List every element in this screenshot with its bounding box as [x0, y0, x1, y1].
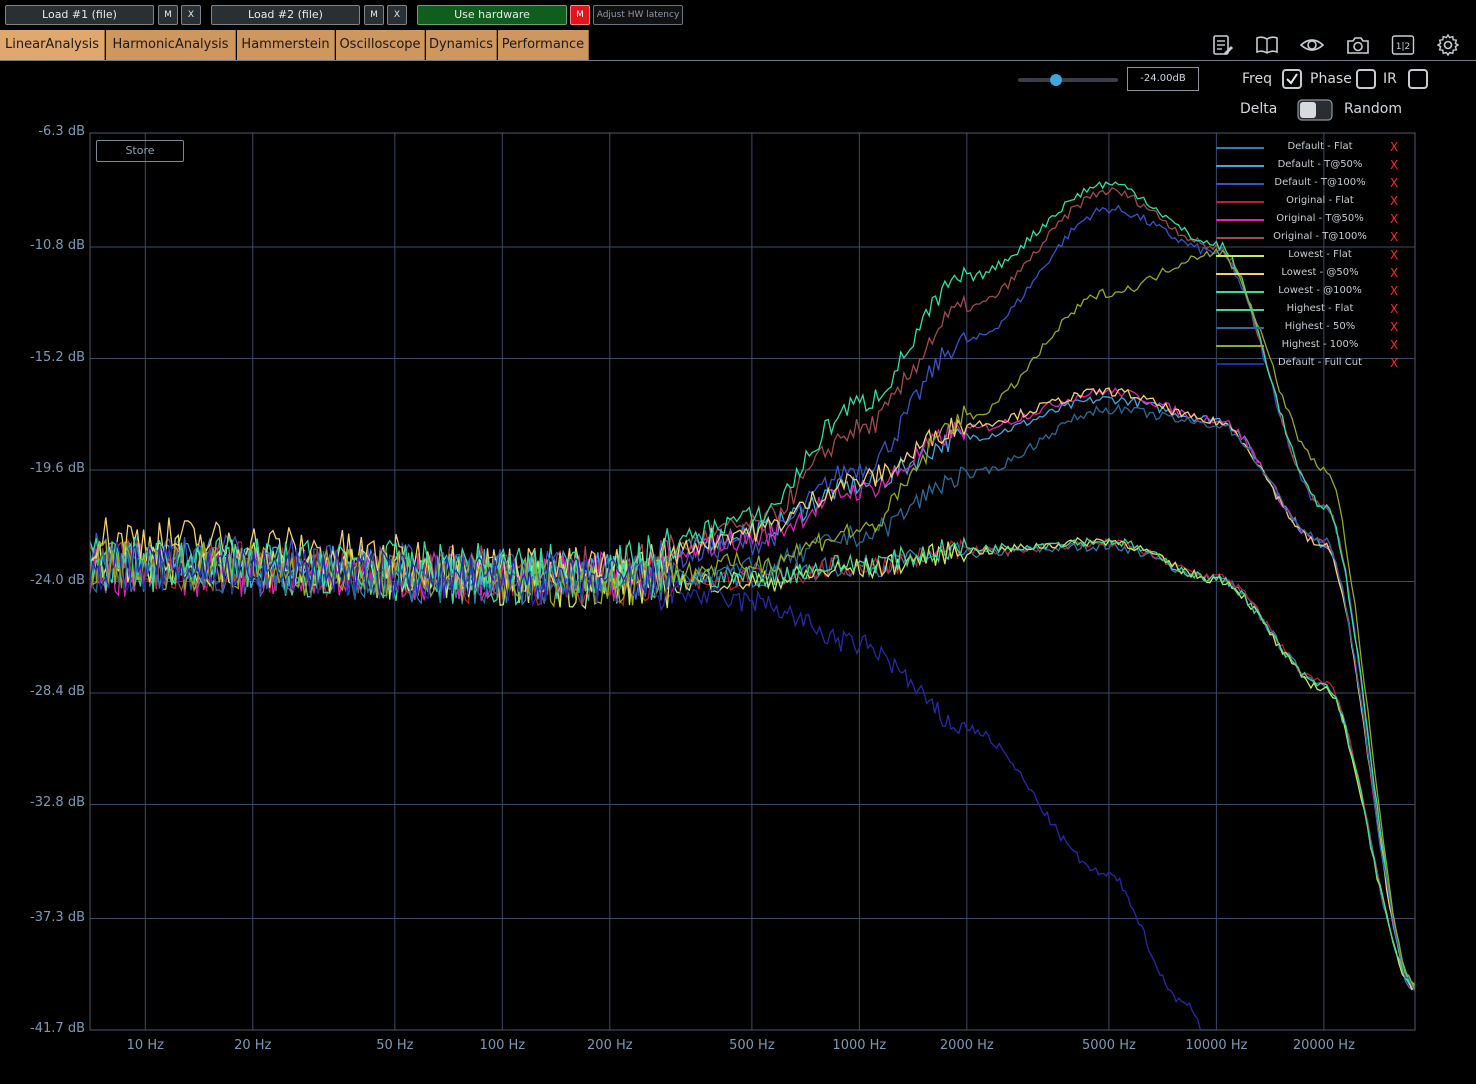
legend-swatch: [1216, 165, 1264, 167]
legend-label: Highest - 50%: [1284, 321, 1356, 332]
legend-item[interactable]: Original - T@100% X: [1210, 230, 1410, 248]
legend-item[interactable]: Highest - Flat X: [1210, 302, 1410, 320]
legend-remove-button[interactable]: X: [1390, 230, 1398, 244]
y-tick-label: -10.8 dB: [30, 238, 85, 254]
x-tick-label: 100 Hz: [479, 1038, 526, 1053]
legend-label: Lowest - @100%: [1278, 285, 1362, 296]
legend-remove-button[interactable]: X: [1390, 284, 1398, 298]
y-tick-label: -28.4 dB: [30, 683, 85, 699]
legend-item[interactable]: Highest - 50% X: [1210, 320, 1410, 338]
legend-label: Highest - Flat: [1286, 303, 1354, 314]
legend-remove-button[interactable]: X: [1390, 266, 1398, 280]
legend-remove-button[interactable]: X: [1390, 158, 1398, 172]
legend-item[interactable]: Lowest - @100% X: [1210, 284, 1410, 302]
legend-remove-button[interactable]: X: [1390, 356, 1398, 370]
legend-label: Lowest - @50%: [1281, 267, 1359, 278]
legend-swatch: [1216, 237, 1264, 239]
y-tick-label: -37.3 dB: [30, 909, 85, 925]
legend-swatch: [1216, 291, 1264, 293]
x-tick-label: 1000 Hz: [832, 1038, 887, 1053]
x-tick-label: 2000 Hz: [939, 1038, 994, 1053]
legend-swatch: [1216, 183, 1264, 185]
legend-item[interactable]: Default - Flat X: [1210, 140, 1410, 158]
legend-item[interactable]: Default - T@50% X: [1210, 158, 1410, 176]
legend-swatch: [1216, 309, 1264, 311]
legend-swatch: [1216, 147, 1264, 149]
legend-item[interactable]: Highest - 100% X: [1210, 338, 1410, 356]
legend-swatch: [1216, 345, 1264, 347]
legend-swatch: [1216, 273, 1264, 275]
y-tick-label: -41.7 dB: [30, 1021, 85, 1036]
legend-label: Default - Full Cut: [1277, 357, 1363, 368]
legend-item[interactable]: Default - T@100% X: [1210, 176, 1410, 194]
y-tick-label: -32.8 dB: [30, 795, 85, 811]
x-tick-label: 200 Hz: [587, 1038, 633, 1053]
legend-label: Default - T@100%: [1274, 177, 1366, 188]
legend-label: Default - Flat: [1287, 141, 1353, 152]
legend-item[interactable]: Default - Full Cut X: [1210, 356, 1410, 374]
x-tick-label: 50 Hz: [376, 1038, 414, 1053]
legend-remove-button[interactable]: X: [1390, 248, 1398, 262]
legend-remove-button[interactable]: X: [1390, 338, 1398, 352]
legend-item[interactable]: Original - T@50% X: [1210, 212, 1410, 230]
x-tick-label: 20 Hz: [234, 1038, 272, 1053]
legend-swatch: [1216, 255, 1264, 257]
legend-remove-button[interactable]: X: [1390, 140, 1398, 154]
legend-remove-button[interactable]: X: [1390, 320, 1398, 334]
y-tick-label: -19.6 dB: [30, 461, 85, 476]
y-tick-label: -6.3 dB: [38, 124, 85, 139]
legend-label: Default - T@50%: [1277, 159, 1363, 170]
legend-remove-button[interactable]: X: [1390, 302, 1398, 316]
legend-item[interactable]: Lowest - Flat X: [1210, 248, 1410, 266]
legend-label: Highest - 100%: [1281, 339, 1359, 350]
series-line-default-full-cut: [89, 542, 1217, 1031]
legend-remove-button[interactable]: X: [1390, 194, 1398, 208]
legend-label: Original - T@50%: [1276, 213, 1364, 224]
legend-label: Original - T@100%: [1273, 231, 1367, 242]
x-tick-label: 10 Hz: [126, 1038, 164, 1053]
y-tick-label: -24.0 dB: [30, 572, 85, 588]
legend-item[interactable]: Original - Flat X: [1210, 194, 1410, 212]
legend-remove-button[interactable]: X: [1390, 176, 1398, 190]
legend-item[interactable]: Lowest - @50% X: [1210, 266, 1410, 284]
legend-label: Lowest - Flat: [1288, 249, 1352, 260]
y-tick-label: -15.2 dB: [30, 349, 85, 365]
legend-swatch: [1216, 363, 1264, 365]
legend-swatch: [1216, 219, 1264, 221]
legend-label: Original - Flat: [1286, 195, 1354, 206]
x-tick-label: 10000 Hz: [1185, 1038, 1248, 1053]
x-tick-label: 500 Hz: [729, 1038, 775, 1053]
x-tick-label: 20000 Hz: [1292, 1038, 1355, 1053]
legend-remove-button[interactable]: X: [1390, 212, 1398, 226]
legend-swatch: [1216, 201, 1264, 203]
x-tick-label: 5000 Hz: [1081, 1038, 1136, 1053]
legend-swatch: [1216, 327, 1264, 329]
store-button[interactable]: Store: [96, 140, 184, 162]
